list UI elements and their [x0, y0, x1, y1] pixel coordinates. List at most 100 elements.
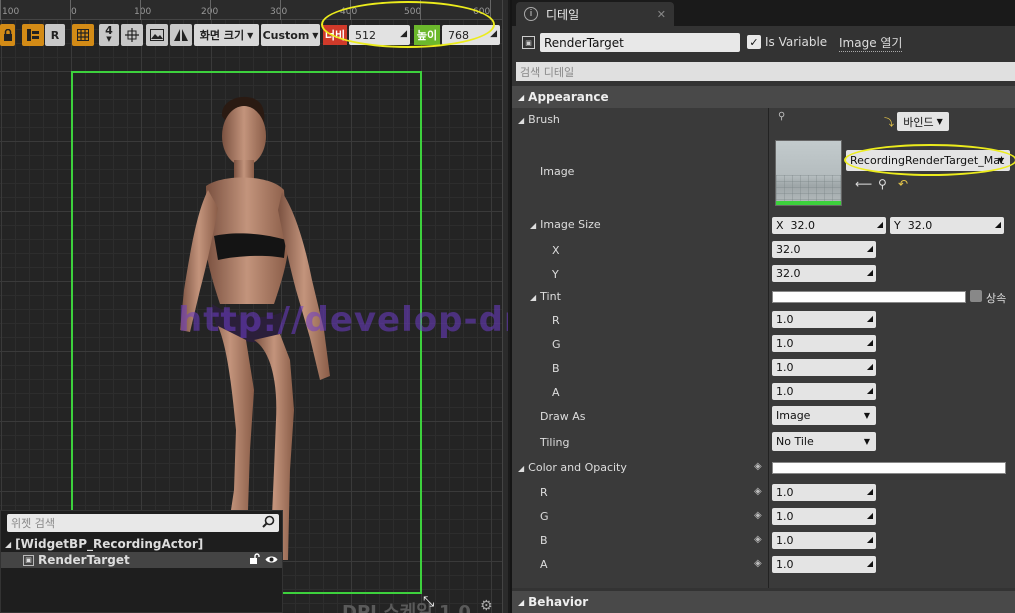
color-b-input[interactable]: 1.0 ◢ — [772, 532, 876, 549]
reset-arrow-icon[interactable]: ↶ — [898, 177, 908, 191]
move-transform-icon[interactable] — [121, 24, 143, 46]
size-y-input[interactable]: 32.0 ◢ — [772, 265, 876, 282]
tint-r-value: 1.0 — [776, 313, 794, 326]
close-icon[interactable]: ✕ — [657, 8, 666, 21]
unlock-icon[interactable] — [249, 553, 260, 567]
anchor-button[interactable]: R — [45, 24, 65, 46]
tint-label[interactable]: ◢ Tint — [530, 290, 561, 303]
browse-search-icon[interactable]: ⚲ — [878, 177, 887, 191]
tint-b-input[interactable]: 1.0 ◢ — [772, 359, 876, 376]
ruler-line — [280, 0, 281, 20]
lock-icon[interactable] — [0, 24, 15, 46]
tint-r-input[interactable]: 1.0 ◢ — [772, 311, 876, 328]
grid-snap-icon[interactable] — [72, 24, 94, 46]
resize-arrow-icon[interactable]: ⤡ — [423, 594, 434, 610]
layout-mode-icon[interactable] — [22, 24, 44, 46]
thumbnail-floor — [776, 175, 841, 201]
brush-label[interactable]: ◢ Brush — [518, 113, 560, 126]
width-value: 512 — [355, 28, 376, 42]
tiling-dropdown[interactable]: No Tile ▼ — [772, 432, 876, 451]
tab-strip: i 디테일 ✕ — [512, 0, 1015, 26]
expand-triangle-icon[interactable]: ◢ — [5, 540, 11, 549]
drag-handle-icon: ◢ — [876, 220, 883, 229]
grid-snap-value[interactable]: 4 ▼ — [99, 24, 119, 46]
widget-name-input[interactable]: RenderTarget — [540, 33, 740, 52]
size-x-input[interactable]: 32.0 ◢ — [772, 241, 876, 258]
keyframe-icon[interactable]: ◈ — [754, 534, 762, 545]
height-input[interactable]: 768 ◢ — [442, 25, 500, 45]
open-image-link[interactable]: Image 열기 — [839, 34, 903, 52]
category-appearance[interactable]: ◢ Appearance — [512, 86, 1015, 108]
screen-size-label: 화면 크기 — [199, 29, 245, 42]
color-opacity-swatch[interactable] — [772, 462, 1006, 474]
image-size-label[interactable]: ◢ Image Size — [530, 218, 601, 231]
color-opacity-label[interactable]: ◢ Color and Opacity — [518, 461, 627, 474]
keyframe-icon[interactable]: ◈ — [754, 486, 762, 497]
image-size-x-field[interactable]: X 32.0 ◢ — [772, 217, 886, 234]
tint-a-input[interactable]: 1.0 ◢ — [772, 383, 876, 400]
details-search-input[interactable]: 검색 디테일 — [516, 62, 1015, 81]
drag-handle-icon: ◢ — [866, 362, 873, 371]
custom-size-dropdown[interactable]: Custom ▼ — [261, 24, 320, 46]
use-selected-arrow-icon[interactable]: ⟵ — [855, 177, 872, 191]
image-size-x-value: 32.0 — [790, 219, 816, 232]
search-icon — [262, 515, 275, 531]
image-widget-icon: ▣ — [522, 36, 535, 49]
height-label: 높이 — [414, 25, 440, 45]
chevron-down-icon: ▼ — [863, 437, 870, 446]
color-b-value: 1.0 — [776, 534, 794, 547]
width-input[interactable]: 512 ◢ — [349, 25, 410, 45]
color-g-input[interactable]: 1.0 ◢ — [772, 508, 876, 525]
height-value: 768 — [448, 28, 469, 42]
is-variable-checkbox[interactable]: ✓ — [747, 35, 761, 49]
flip-icon[interactable] — [170, 24, 192, 46]
tint-a-label: A — [552, 386, 560, 399]
ruler-tick: 500 — [404, 7, 422, 17]
tiling-value: No Tile — [776, 435, 814, 448]
draw-as-dropdown[interactable]: Image ▼ — [772, 406, 876, 425]
keyframe-icon[interactable]: ◈ — [754, 558, 762, 569]
tint-g-input[interactable]: 1.0 ◢ — [772, 335, 876, 352]
drag-handle-icon: ◢ — [866, 386, 873, 395]
color-a-input[interactable]: 1.0 ◢ — [772, 556, 876, 573]
chevron-down-icon: ▼ — [106, 35, 112, 43]
category-appearance-label: Appearance — [528, 90, 609, 104]
image-preview-icon[interactable] — [146, 24, 168, 46]
drag-handle-icon: ◢ — [866, 535, 873, 544]
keyframe-icon[interactable]: ◈ — [754, 510, 762, 521]
expand-triangle-icon: ◢ — [518, 92, 525, 102]
tint-g-label: G — [552, 338, 561, 351]
image-size-label-text: Image Size — [540, 218, 601, 231]
bind-dropdown[interactable]: 바인드 ▼ — [897, 112, 949, 131]
designer-toolbar: R 4 ▼ 화면 크기 ▼ Custom ▼ 너비 512 ◢ 높이 768 ◢ — [0, 24, 508, 46]
screen-size-dropdown[interactable]: 화면 크기 ▼ — [194, 24, 259, 46]
gear-icon[interactable]: ⚙ — [480, 598, 493, 613]
name-row: ▣ RenderTarget ✓ Is Variable Image 열기 — [512, 28, 1015, 58]
asset-picker-combo[interactable]: RecordingRenderTarget_Mat ▼ — [846, 150, 1010, 171]
ruler-line — [420, 0, 421, 20]
color-r-input[interactable]: 1.0 ◢ — [772, 484, 876, 501]
expand-triangle-icon: ◢ — [518, 597, 525, 607]
tint-color-swatch[interactable] — [772, 291, 966, 303]
keyframe-icon[interactable]: ◈ — [754, 461, 762, 472]
tree-child-item[interactable]: ▣ RenderTarget — [1, 552, 282, 568]
eye-icon[interactable] — [265, 553, 278, 567]
inherit-checkbox[interactable] — [970, 290, 982, 302]
draw-as-value: Image — [776, 409, 811, 422]
tab-details[interactable]: i 디테일 ✕ — [516, 2, 674, 26]
tree-root-item[interactable]: ◢ [WidgetBP_RecordingActor] — [1, 536, 282, 552]
image-size-y-field[interactable]: Y 32.0 ◢ — [890, 217, 1004, 234]
tint-a-value: 1.0 — [776, 385, 794, 398]
x-axis-label: X — [776, 219, 784, 232]
ruler-tick: 100 — [134, 7, 152, 17]
draw-as-label: Draw As — [540, 410, 586, 423]
column-divider[interactable] — [768, 108, 769, 588]
category-behavior[interactable]: ◢ Behavior — [512, 591, 1015, 613]
widget-search-placeholder: 위젯 검색 — [11, 517, 55, 530]
designer-viewport[interactable]: 100 0 100 200 300 400 500 600 R 4▼ — [0, 0, 508, 613]
thumbnail-bar — [776, 201, 841, 205]
drag-handle-icon: ◢ — [866, 268, 873, 277]
brush-image-thumbnail[interactable] — [775, 140, 842, 206]
expand-triangle-icon: ◢ — [518, 116, 525, 125]
widget-search-input[interactable]: 위젯 검색 — [7, 514, 279, 532]
